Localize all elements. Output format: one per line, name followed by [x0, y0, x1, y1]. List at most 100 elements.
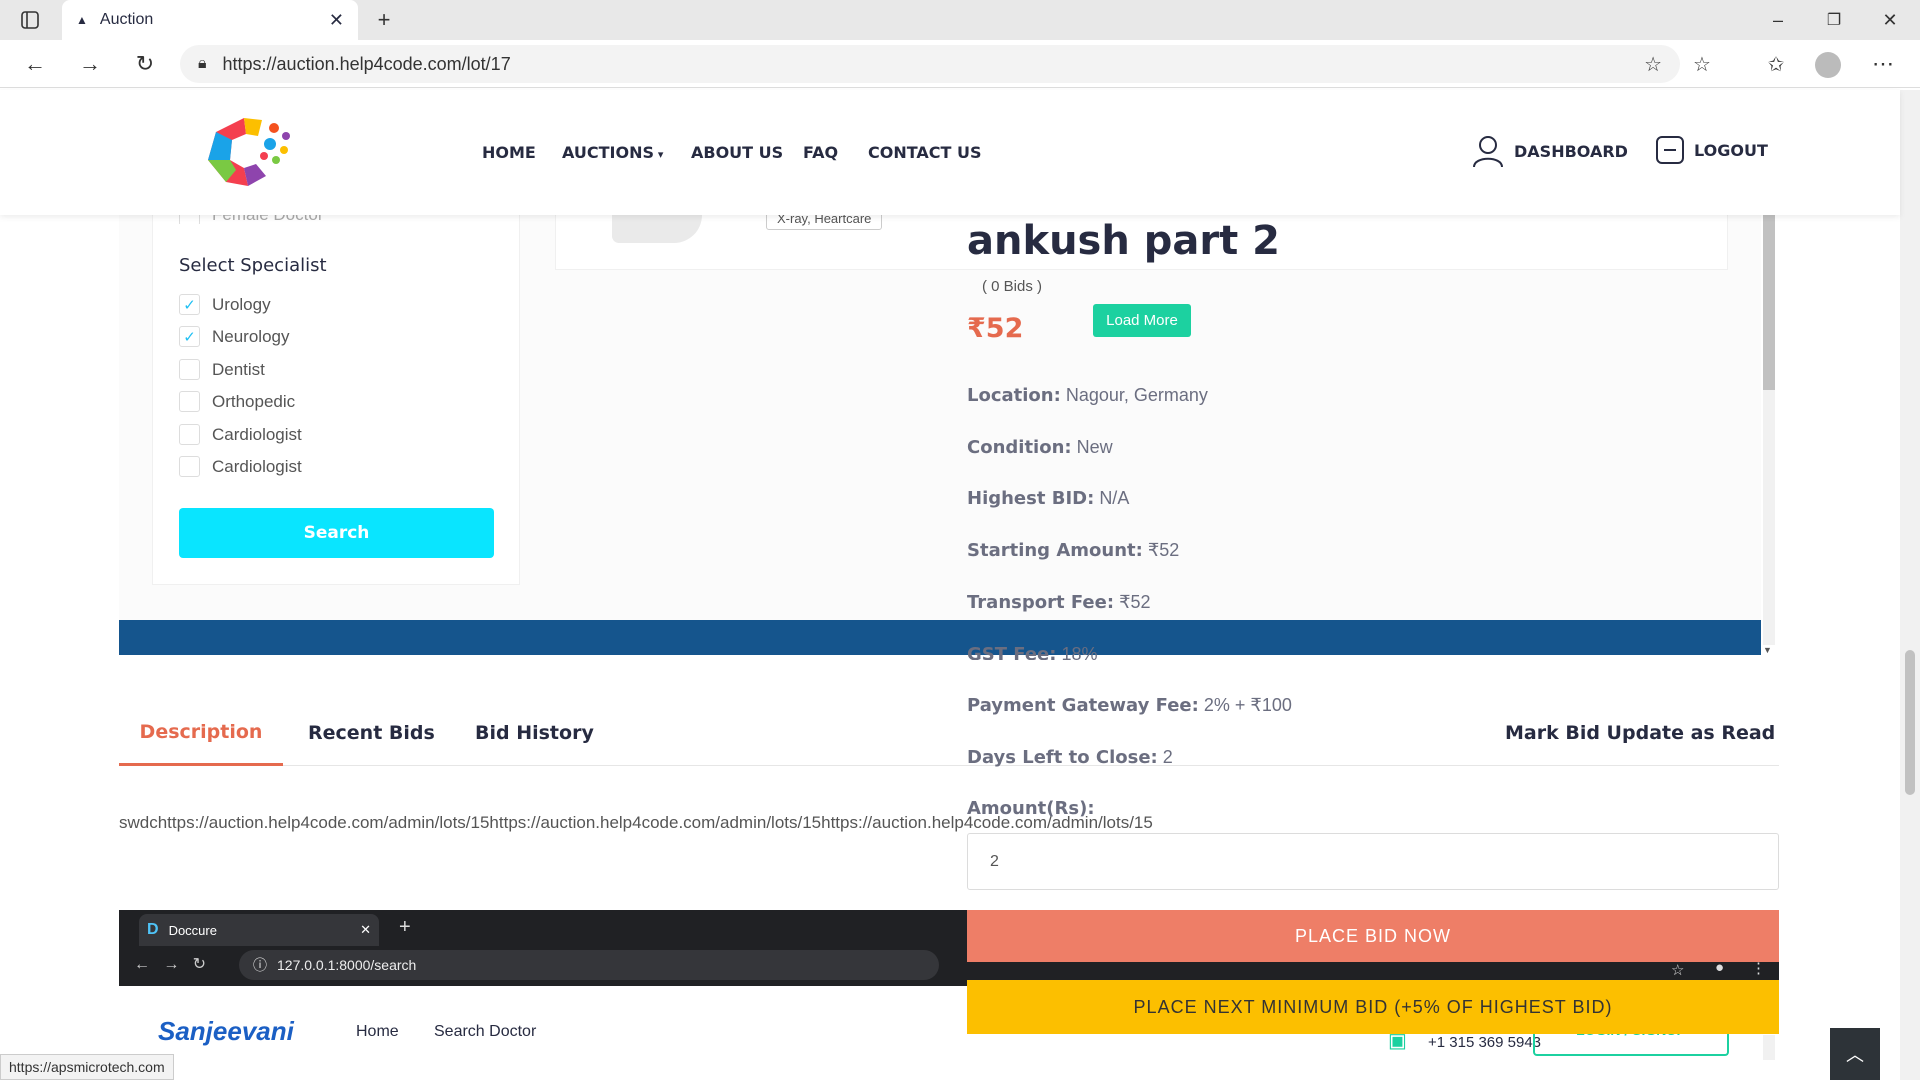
- highest-bid-label: Highest BID:: [967, 488, 1095, 509]
- page-scrollbar[interactable]: [1900, 90, 1920, 1080]
- checkbox-checked[interactable]: ✓: [179, 294, 200, 315]
- inner-scrollbar[interactable]: [1763, 215, 1775, 645]
- close-window-icon[interactable]: ✕: [1876, 6, 1904, 34]
- browser-tab[interactable]: ▲ Auction ✕: [62, 0, 358, 40]
- doccure-icon: D: [147, 921, 159, 938]
- amount-row: Amount(Rs):: [967, 798, 1095, 819]
- condition-value: New: [1076, 437, 1113, 457]
- gst-fee-label: GST Fee:: [967, 644, 1057, 660]
- user-icon: [1473, 136, 1503, 168]
- highest-bid-row: Highest BID: N/A: [967, 488, 1129, 509]
- days-left-value: 2: [1162, 747, 1173, 767]
- forward-icon[interactable]: →: [75, 50, 105, 78]
- checkbox[interactable]: [179, 424, 200, 445]
- reload-icon[interactable]: ↻: [130, 50, 160, 78]
- starting-amount-label: Starting Amount:: [967, 540, 1143, 561]
- place-next-bid-button[interactable]: PLACE NEXT MINIMUM BID (+5% OF HIGHEST B…: [967, 980, 1779, 1034]
- starting-amount-row: Starting Amount: ₹52: [967, 540, 1179, 561]
- tab-bid-history[interactable]: Bid History: [475, 700, 594, 766]
- profile-avatar[interactable]: [1815, 52, 1841, 78]
- checkbox[interactable]: [179, 456, 200, 477]
- filter-orthopedic[interactable]: Orthopedic: [179, 391, 295, 412]
- lock-icon: 🔒︎: [198, 55, 207, 72]
- transport-fee-row: Transport Fee: ₹52: [967, 592, 1151, 613]
- embedded-tab-title: Doccure: [168, 922, 217, 938]
- checkbox-label: Orthopedic: [212, 391, 296, 411]
- transport-fee-label: Transport Fee:: [967, 592, 1115, 613]
- location-row: Location: Nagour, Germany: [967, 385, 1208, 406]
- checkbox-label: Cardiologist: [212, 456, 302, 476]
- location-value: Nagour, Germany: [1065, 385, 1208, 405]
- bid-count: ( 0 Bids ): [982, 278, 1043, 295]
- page-scrollbar-thumb[interactable]: [1905, 650, 1915, 795]
- highest-bid-value: N/A: [1099, 488, 1130, 508]
- favicon-icon: ▲: [76, 13, 88, 27]
- filter-neurology[interactable]: ✓ Neurology: [179, 326, 290, 347]
- back-to-top-button[interactable]: ︿: [1830, 1028, 1880, 1080]
- place-bid-button[interactable]: PLACE BID NOW: [967, 910, 1779, 962]
- dashboard-link[interactable]: DASHBOARD: [1472, 134, 1628, 168]
- filter-cardiologist[interactable]: Cardiologist: [179, 424, 302, 445]
- gateway-fee-label: Payment Gateway Fee:: [967, 695, 1199, 716]
- new-tab-icon[interactable]: +: [370, 6, 398, 34]
- close-tab-icon[interactable]: ✕: [329, 10, 344, 31]
- filter-urology[interactable]: ✓ Urology: [179, 294, 271, 315]
- filter-cardiologist-2[interactable]: Cardiologist: [179, 456, 302, 477]
- lot-title: ankush part 2: [967, 218, 1280, 264]
- chevron-down-icon: ▾: [654, 148, 664, 161]
- collections-icon[interactable]: ☆: [1686, 50, 1718, 78]
- logout-label: LOGOUT: [1694, 140, 1768, 160]
- url-text: https://auction.help4code.com/lot/17: [222, 53, 511, 74]
- nav-auctions[interactable]: AUCTIONS ▾: [562, 143, 663, 162]
- nav-faq[interactable]: FAQ: [803, 143, 838, 162]
- checkbox-checked[interactable]: ✓: [179, 326, 200, 347]
- embedded-browser: D Doccure ✕ + ← → ↻ ⓘ 127.0.0.1:8000/sea…: [119, 910, 969, 986]
- embedded-url-field: ⓘ 127.0.0.1:8000/search: [239, 950, 939, 980]
- url-field[interactable]: 🔒︎ https://auction.help4code.com/lot/17 …: [180, 45, 1680, 83]
- nav-contact[interactable]: CONTACT US: [868, 143, 982, 162]
- search-button[interactable]: Search: [179, 508, 494, 558]
- favorites-icon[interactable]: ✩: [1760, 50, 1792, 78]
- days-left-label: Days Left to Close:: [967, 747, 1158, 768]
- filter-dentist[interactable]: Dentist: [179, 359, 265, 380]
- banner-band: [119, 620, 1761, 655]
- logout-icon: [1656, 136, 1684, 164]
- checkbox[interactable]: [179, 391, 200, 412]
- dashboard-label: DASHBOARD: [1514, 141, 1628, 161]
- condition-label: Condition:: [967, 437, 1072, 458]
- location-label: Location:: [967, 385, 1061, 406]
- nav-about[interactable]: ABOUT US: [691, 143, 783, 162]
- condition-row: Condition: New: [967, 437, 1113, 458]
- doctor-image: [612, 215, 702, 243]
- restore-icon[interactable]: ❐: [1820, 6, 1848, 34]
- add-favorite-icon[interactable]: ☆: [1644, 52, 1662, 77]
- scroll-down-icon[interactable]: ▼: [1763, 645, 1775, 655]
- embedded-nav-home: Home: [356, 1023, 399, 1040]
- days-left-row: Days Left to Close: 2: [967, 747, 1173, 768]
- checkbox-label: Neurology: [212, 326, 290, 346]
- back-icon: ← → ↻: [134, 956, 207, 973]
- status-url: https://apsmicrotech.com: [0, 1054, 174, 1080]
- inner-scrollbar-bottom: [1763, 1035, 1775, 1060]
- info-icon: ⓘ: [253, 957, 267, 973]
- tab-description[interactable]: Description: [119, 700, 283, 766]
- minimize-icon[interactable]: –: [1764, 6, 1792, 34]
- transport-fee-value: ₹52: [1119, 592, 1151, 612]
- tab-recent-bids[interactable]: Recent Bids: [308, 700, 435, 766]
- bid-amount-input[interactable]: [967, 833, 1779, 890]
- logo[interactable]: [196, 110, 296, 192]
- back-icon[interactable]: ←: [20, 50, 50, 78]
- checkbox[interactable]: [179, 359, 200, 380]
- amount-label: Amount(Rs):: [967, 798, 1095, 819]
- mark-read-button[interactable]: Mark Bid Update as Read: [1505, 700, 1775, 766]
- embedded-tab: D Doccure ✕: [139, 914, 379, 946]
- tab-actions-icon[interactable]: [14, 8, 46, 32]
- nav-home[interactable]: HOME: [482, 143, 536, 162]
- gateway-fee-value: 2% + ₹100: [1203, 695, 1292, 715]
- load-more-button[interactable]: Load More: [1093, 304, 1191, 337]
- menu-icon[interactable]: ⋯: [1868, 50, 1898, 78]
- specialist-heading: Select Specialist: [179, 255, 327, 276]
- gst-fee-row: GST Fee: 18%: [967, 644, 1098, 660]
- embedded-phone: +1 315 369 5943: [1428, 1034, 1542, 1051]
- logout-link[interactable]: LOGOUT: [1656, 136, 1768, 164]
